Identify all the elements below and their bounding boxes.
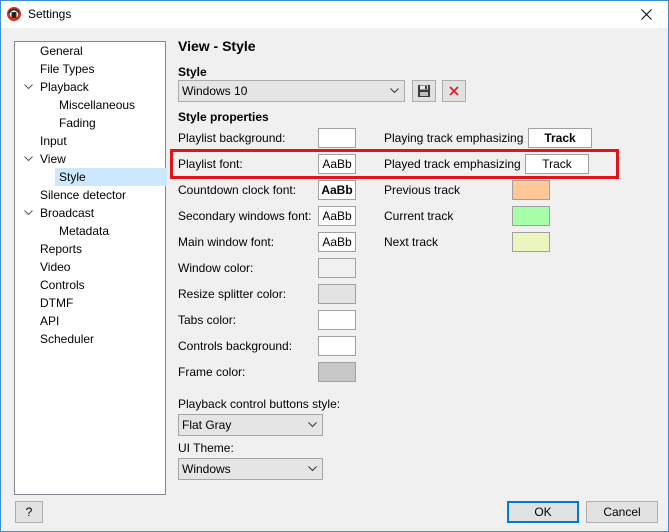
window-title: Settings: [28, 7, 72, 21]
properties_left-label: Window color:: [178, 261, 254, 275]
save-style-button[interactable]: [412, 80, 436, 102]
font-sample-text: Track: [544, 131, 576, 145]
tree-item-view[interactable]: View: [23, 150, 66, 168]
tree-item-input[interactable]: Input: [40, 132, 67, 150]
tree-item-label: Style: [59, 170, 86, 184]
color-swatch-button[interactable]: [512, 232, 550, 252]
app-icon: [6, 6, 22, 22]
delete-style-button[interactable]: [442, 80, 466, 102]
color-swatch-button[interactable]: [318, 310, 356, 330]
playback-buttons-style-label: Playback control buttons style:: [178, 397, 341, 411]
properties_left-label: Playlist background:: [178, 131, 286, 145]
delete-icon: [449, 86, 459, 96]
chevron-down-icon: [308, 422, 317, 428]
tree-item-label: Broadcast: [40, 206, 95, 220]
settings-window: Settings General File Types Playback Miscel…: [0, 0, 669, 532]
tree-item-video[interactable]: Video: [40, 258, 70, 276]
tree-item-label: DTMF: [40, 296, 74, 310]
tree-item-label: Controls: [40, 278, 85, 292]
tree-item-api[interactable]: API: [40, 312, 59, 330]
color-swatch-button[interactable]: [318, 336, 356, 356]
properties_left-label: Secondary windows font:: [178, 209, 312, 223]
style-label: Style: [178, 65, 207, 79]
tree-item-fading[interactable]: Fading: [59, 114, 96, 132]
close-button[interactable]: [624, 1, 668, 28]
tree-item-label: General: [40, 44, 83, 58]
ui-theme-label: UI Theme:: [178, 441, 234, 455]
font-sample-text: AaBb: [322, 235, 352, 249]
playback-buttons-style-select[interactable]: Flat Gray: [178, 414, 323, 436]
tree-item-label: Video: [40, 260, 71, 274]
playback-buttons-style-value: Flat Gray: [182, 418, 232, 432]
help-button[interactable]: ?: [15, 501, 43, 523]
tree-item-controls[interactable]: Controls: [40, 276, 85, 294]
color-swatch-button[interactable]: [318, 258, 356, 278]
expand-chevron-icon[interactable]: [23, 204, 33, 222]
properties_right-label: Previous track: [384, 183, 461, 197]
tree-item-style[interactable]: Style: [55, 168, 167, 186]
title-bar: Settings: [1, 1, 668, 28]
close-icon: [640, 9, 652, 20]
font-sample-text: AaBb: [321, 183, 353, 197]
color-swatch-button[interactable]: [318, 284, 356, 304]
tree-item-label: Playback: [40, 80, 89, 94]
tree-item-label: Input: [40, 134, 67, 148]
color-swatch-button[interactable]: [512, 206, 550, 226]
color-swatch-button[interactable]: [318, 128, 356, 148]
expand-chevron-icon[interactable]: [23, 78, 33, 96]
tree-item-label: Fading: [59, 116, 96, 130]
properties_left-label: Resize splitter color:: [178, 287, 287, 301]
tree-item-broadcast[interactable]: Broadcast: [23, 204, 95, 222]
chevron-down-icon: [390, 88, 399, 94]
color-swatch-button[interactable]: [512, 180, 550, 200]
color-swatch-button[interactable]: [318, 362, 356, 382]
style-select[interactable]: Windows 10: [178, 80, 405, 102]
font-sample-text: AaBb: [322, 209, 352, 223]
tree-item-scheduler[interactable]: Scheduler: [40, 330, 94, 348]
page-title: View - Style: [178, 38, 256, 54]
ui-theme-value: Windows: [182, 462, 231, 476]
tree-item-label: Miscellaneous: [59, 98, 136, 112]
properties_right-label: Current track: [384, 209, 454, 223]
font-sample-button[interactable]: AaBb: [318, 180, 356, 200]
chevron-down-icon: [308, 466, 317, 472]
properties_left-label: Controls background:: [178, 339, 293, 353]
style-select-value: Windows 10: [182, 84, 248, 98]
tree-item-general[interactable]: General: [40, 42, 83, 60]
style-properties-heading: Style properties: [178, 110, 269, 124]
font-sample-button[interactable]: AaBb: [318, 232, 356, 252]
tree-item-label: Silence detector: [40, 188, 127, 202]
tree-item-silence-detector[interactable]: Silence detector: [40, 186, 126, 204]
save-icon: [418, 85, 430, 97]
ok-button[interactable]: OK: [507, 501, 579, 523]
properties_left-label: Tabs color:: [178, 313, 237, 327]
properties_left-label: Countdown clock font:: [178, 183, 297, 197]
properties_left-label: Main window font:: [178, 235, 275, 249]
ui-theme-select[interactable]: Windows: [178, 458, 323, 480]
tree-item-label: Reports: [40, 242, 83, 256]
tree-item-label: View: [40, 152, 66, 166]
properties_right-label: Next track: [384, 235, 439, 249]
tree-item-reports[interactable]: Reports: [40, 240, 82, 258]
tree-item-miscellaneous[interactable]: Miscellaneous: [59, 96, 135, 114]
font-sample-button[interactable]: AaBb: [318, 206, 356, 226]
tree-item-label: File Types: [40, 62, 95, 76]
tree-item-metadata[interactable]: Metadata: [59, 222, 109, 240]
tree-item-dtmf[interactable]: DTMF: [40, 294, 73, 312]
tree-item-label: Scheduler: [40, 332, 95, 346]
expand-chevron-icon[interactable]: [23, 150, 33, 168]
properties_right-label: Playing track emphasizing: [384, 131, 524, 145]
tree-item-playback[interactable]: Playback: [23, 78, 89, 96]
settings-tree[interactable]: General File Types Playback Miscellaneous Fa…: [14, 41, 167, 495]
tree-item-file-types[interactable]: File Types: [40, 60, 94, 78]
font-sample-button[interactable]: Track: [528, 128, 592, 148]
tree-item-label: API: [40, 314, 60, 328]
tree-item-label: Metadata: [59, 224, 110, 238]
highlight-box: [170, 149, 619, 179]
properties_left-label: Frame color:: [178, 365, 246, 379]
cancel-button[interactable]: Cancel: [586, 501, 658, 523]
